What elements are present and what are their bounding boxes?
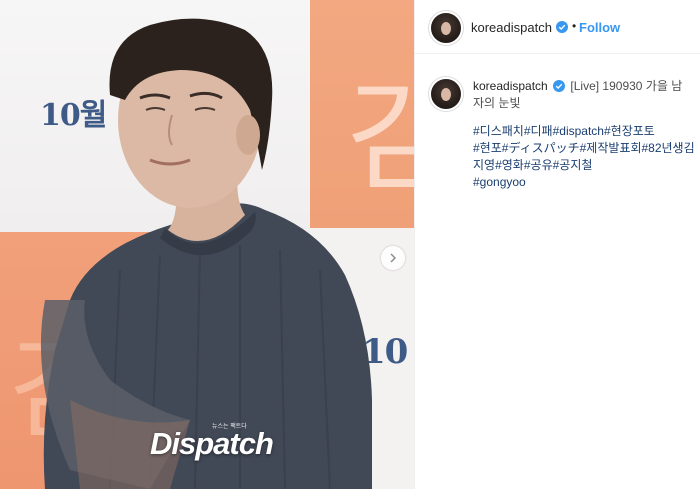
caption-username[interactable]: koreadispatch: [473, 79, 548, 93]
hashtag-link[interactable]: #디스패치: [473, 124, 524, 138]
hashtag-link[interactable]: #ディスパッチ: [502, 141, 580, 155]
dispatch-watermark: Dispatch: [150, 426, 274, 461]
follow-button[interactable]: Follow: [579, 20, 620, 35]
header-username[interactable]: koreadispatch: [471, 20, 552, 35]
avatar[interactable]: [429, 77, 463, 111]
hashtag-link[interactable]: #디패: [524, 124, 553, 138]
post-photo[interactable]: 김 김 10월 10: [0, 0, 414, 489]
chevron-right-icon: [390, 253, 397, 263]
post-header: koreadispatch • Follow: [415, 0, 700, 54]
hashtag-link[interactable]: #제작발표회: [580, 141, 642, 155]
carousel-next-button[interactable]: [381, 246, 405, 270]
hashtag-link[interactable]: #현장포토: [604, 124, 655, 138]
verified-badge-icon: [553, 80, 566, 92]
hashtag-link[interactable]: #영화: [495, 158, 524, 172]
header-separator: •: [572, 19, 577, 33]
hashtag-link[interactable]: #현포: [473, 141, 502, 155]
avatar[interactable]: [429, 11, 463, 45]
hashtag-list: #디스패치#디패#dispatch#현장포토 #현포#ディスパッチ#제작발표회#8…: [473, 123, 695, 191]
caption-text: koreadispatch [Live] 190930 가을 남자의 눈빛: [473, 78, 693, 112]
hashtag-link[interactable]: #dispatch: [553, 124, 604, 138]
hashtag-link[interactable]: #gongyoo: [473, 175, 526, 189]
hashtag-link[interactable]: #공지철: [553, 158, 593, 172]
person-figure: [40, 18, 372, 489]
instagram-post: 김 김 10월 10: [0, 0, 700, 489]
post-sidebar: koreadispatch • Follow koreadispatch [Li…: [414, 0, 700, 489]
verified-badge-icon: [556, 21, 568, 33]
hashtag-link[interactable]: #공유: [524, 158, 553, 172]
